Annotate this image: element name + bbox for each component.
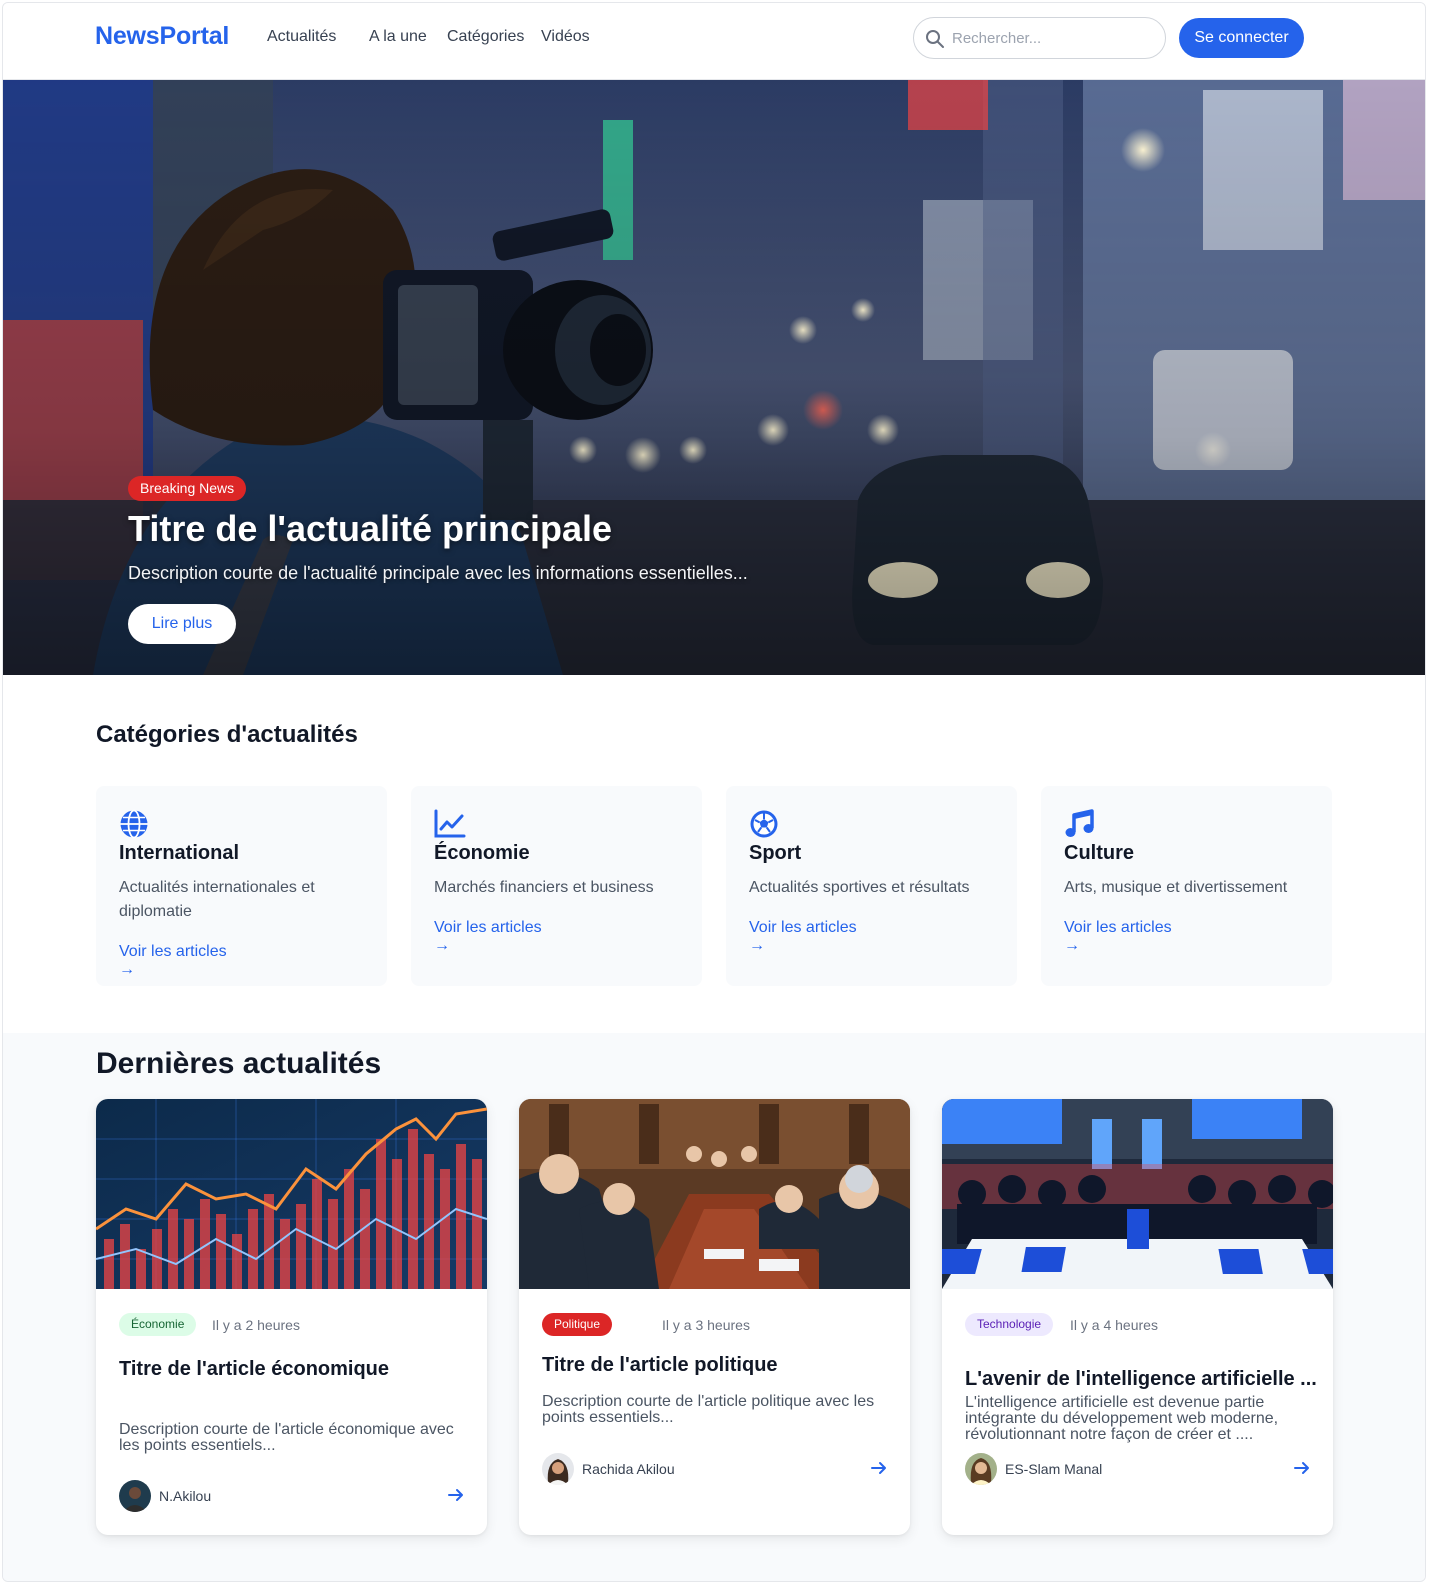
hero-description: Description courte de l'actualité princi…: [128, 563, 748, 583]
arrow-right-icon: →: [434, 937, 450, 954]
category-name: Culture: [1064, 842, 1134, 864]
article-description: Description courte de l'article politiqu…: [542, 1393, 875, 1426]
categories-section-title: Catégories d'actualités: [96, 721, 358, 748]
category-description: Marchés financiers et business: [434, 879, 654, 896]
football-icon: [750, 810, 778, 838]
category-description: Actualités internationales et diplomatie: [119, 879, 315, 920]
article-image-meeting: [519, 1099, 910, 1289]
category-card-international[interactable]: International Actualités internationales…: [96, 786, 387, 986]
author-avatar: [119, 1480, 151, 1512]
nav-link-a-la-une[interactable]: A la une: [369, 28, 427, 46]
category-name: Économie: [434, 842, 530, 864]
nav-link-videos[interactable]: Vidéos: [541, 28, 590, 46]
nav-link-categories[interactable]: Catégories: [447, 28, 524, 46]
see-articles-link[interactable]: Voir les articles →: [749, 919, 857, 955]
article-time: Il y a 4 heures: [1070, 1317, 1158, 1333]
see-articles-label: Voir les articles: [434, 919, 542, 936]
nav-link-actualites[interactable]: Actualités: [267, 28, 336, 46]
article-description: Description courte de l'article économiq…: [119, 1421, 454, 1454]
category-name: International: [119, 842, 240, 864]
category-card-economie[interactable]: Économie Marchés financiers et business …: [411, 786, 702, 986]
arrow-right-icon: →: [1064, 937, 1080, 954]
see-articles-label: Voir les articles: [749, 919, 857, 936]
hero-title: Titre de l'actualité principale: [128, 508, 613, 549]
article-image-chart: [96, 1099, 487, 1289]
breaking-news-badge: Breaking News: [128, 476, 247, 501]
arrow-right-icon: →: [119, 961, 135, 978]
login-button[interactable]: Se connecter: [1179, 18, 1304, 58]
article-time: Il y a 2 heures: [212, 1317, 300, 1333]
category-name: Sport: [749, 842, 802, 864]
search-icon: [926, 30, 944, 48]
arrow-right-icon[interactable]: [870, 1459, 888, 1477]
category-card-sport[interactable]: Sport Actualités sportives et résultats …: [726, 786, 1017, 986]
read-more-button[interactable]: Lire plus: [128, 604, 236, 644]
author-avatar: [542, 1453, 574, 1485]
see-articles-link[interactable]: Voir les articles →: [119, 943, 227, 979]
article-card-technologie[interactable]: Technologie Il y a 4 heures L'avenir de …: [942, 1099, 1333, 1535]
author-name: N.Akilou: [159, 1488, 212, 1504]
hero-banner: Breaking News Titre de l'actualité princ…: [3, 80, 1425, 675]
arrow-right-icon[interactable]: [447, 1486, 465, 1504]
category-tag: Économie: [119, 1313, 197, 1336]
category-description: Arts, musique et divertissement: [1064, 879, 1288, 896]
author-avatar: [965, 1453, 997, 1485]
category-card-culture[interactable]: Culture Arts, musique et divertissement …: [1041, 786, 1332, 986]
hero-image: [3, 80, 1425, 675]
arrow-right-icon: →: [749, 937, 765, 954]
music-icon: [1065, 809, 1094, 837]
article-image-tech-expo: [942, 1099, 1333, 1289]
article-card-economie[interactable]: Économie Il y a 2 heures Titre de l'arti…: [96, 1099, 487, 1535]
article-title[interactable]: Titre de l'article politique: [542, 1354, 778, 1377]
search-box: [913, 17, 1166, 59]
category-tag: Technologie: [965, 1313, 1054, 1336]
chart-line-icon: [434, 809, 466, 838]
brand-logo[interactable]: NewsPortal: [95, 22, 229, 51]
see-articles-label: Voir les articles: [119, 943, 227, 960]
top-navbar: NewsPortal Actualités A la une Catégorie…: [3, 3, 1425, 80]
page-frame: NewsPortal Actualités A la une Catégorie…: [2, 2, 1426, 1582]
author-name: ES-Slam Manal: [1005, 1461, 1103, 1477]
see-articles-label: Voir les articles: [1064, 919, 1172, 936]
article-title[interactable]: Titre de l'article économique: [119, 1358, 389, 1381]
search-input[interactable]: [952, 26, 1157, 50]
see-articles-link[interactable]: Voir les articles →: [434, 919, 542, 955]
article-title[interactable]: L'avenir de l'intelligence artificielle …: [965, 1368, 1317, 1391]
see-articles-link[interactable]: Voir les articles →: [1064, 919, 1172, 955]
globe-icon: [120, 809, 148, 839]
category-description: Actualités sportives et résultats: [749, 879, 970, 896]
category-tag: Politique: [542, 1313, 613, 1336]
article-card-politique[interactable]: Politique Il y a 3 heures Titre de l'art…: [519, 1099, 910, 1535]
latest-news-title: Dernières actualités: [96, 1047, 382, 1080]
article-time: Il y a 3 heures: [662, 1317, 750, 1333]
author-name: Rachida Akilou: [582, 1461, 675, 1477]
article-description: L'intelligence artificielle est devenue …: [965, 1394, 1279, 1443]
arrow-right-icon[interactable]: [1293, 1459, 1311, 1477]
